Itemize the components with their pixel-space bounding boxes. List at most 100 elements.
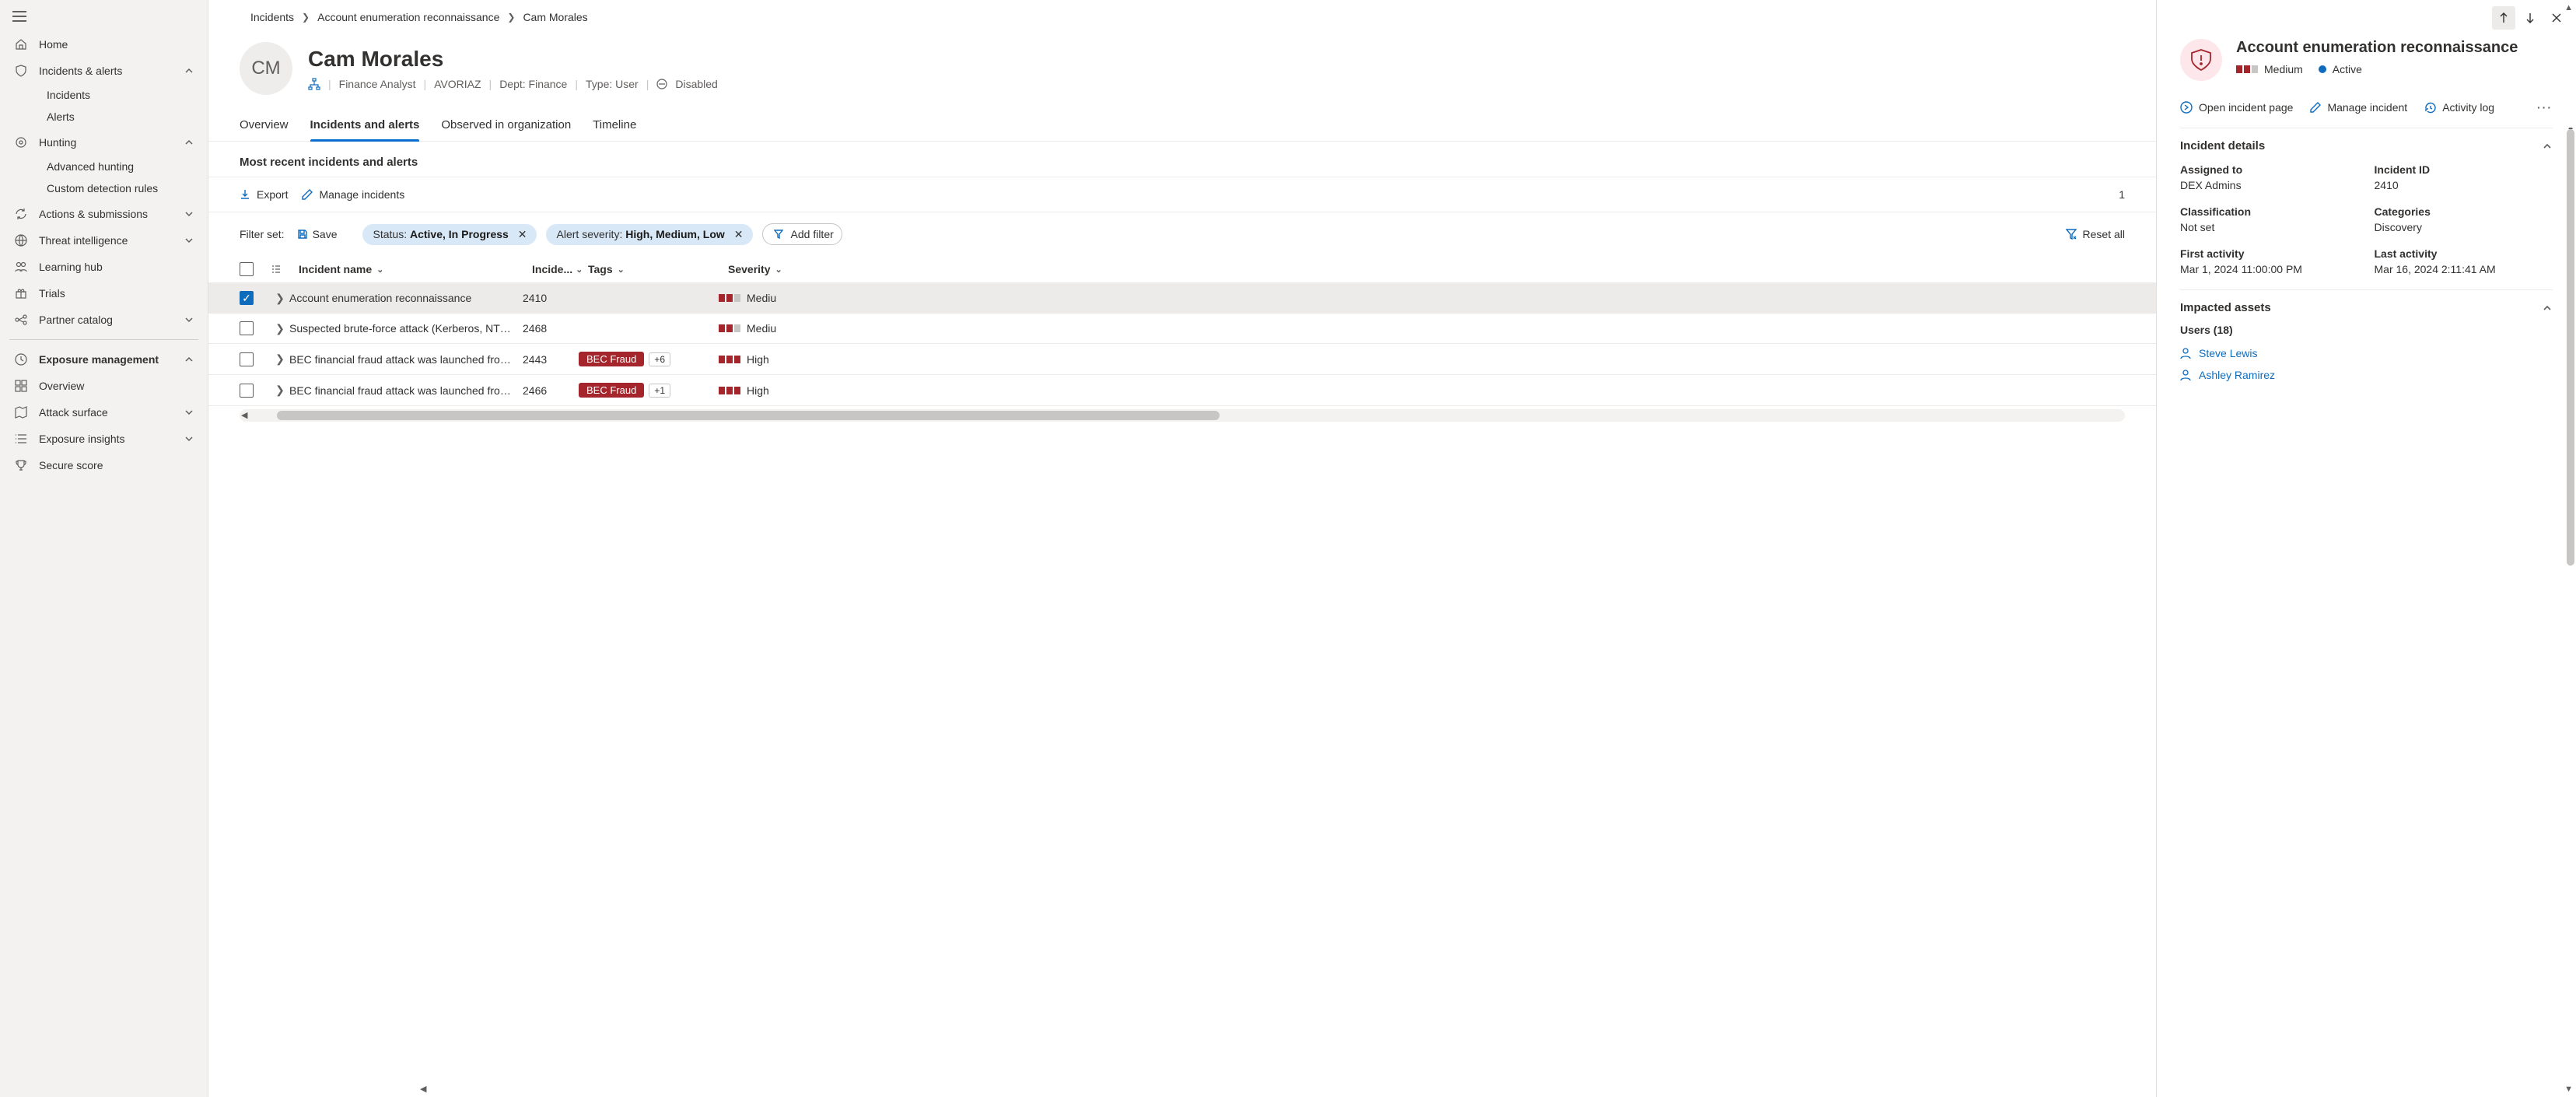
manage-incident-button[interactable]: Manage incident bbox=[2310, 101, 2407, 114]
table-header: Incident name ⌄ Incide... ⌄ Tags ⌄ Sever… bbox=[208, 256, 2156, 283]
activity-log-button[interactable]: Activity log bbox=[2424, 101, 2494, 114]
nav-hunting[interactable]: Hunting bbox=[6, 129, 201, 156]
expand-row-icon[interactable]: ❯ bbox=[271, 292, 289, 305]
open-incident-page-button[interactable]: Open incident page bbox=[2180, 101, 2293, 114]
horizontal-scrollbar[interactable]: ◀ ▶ bbox=[240, 409, 2125, 422]
scrollbar-thumb[interactable] bbox=[277, 411, 1220, 420]
chevron-up-icon bbox=[2542, 141, 2553, 152]
select-all-checkbox[interactable] bbox=[240, 262, 254, 276]
nav-label: Learning hub bbox=[39, 261, 103, 273]
tag-more[interactable]: +1 bbox=[649, 384, 670, 398]
table-row[interactable]: ❯ BEC financial fraud attack was launche… bbox=[208, 344, 2156, 375]
expand-row-icon[interactable]: ❯ bbox=[271, 352, 289, 366]
table-row[interactable]: ✓ ❯ Account enumeration reconnaissance 2… bbox=[208, 283, 2156, 314]
vertical-scrollbar[interactable] bbox=[2567, 128, 2574, 1097]
meta-dept: Dept: Finance bbox=[499, 78, 567, 90]
row-checkbox[interactable]: ✓ bbox=[240, 291, 254, 305]
label-last-activity: Last activity bbox=[2375, 247, 2553, 260]
more-actions-button[interactable]: ··· bbox=[2537, 101, 2553, 114]
reset-filters-button[interactable]: Reset all bbox=[2066, 228, 2125, 240]
col-incident-name[interactable]: Incident name ⌄ bbox=[299, 263, 532, 275]
scroll-left-icon[interactable]: ◀ bbox=[241, 409, 247, 422]
scroll-up-icon[interactable]: ▲ bbox=[2564, 3, 2573, 12]
pill-value: Active, In Progress bbox=[410, 228, 509, 240]
chevron-down-icon bbox=[184, 209, 194, 219]
nav-learning[interactable]: Learning hub bbox=[6, 254, 201, 280]
manage-incidents-button[interactable]: Manage incidents bbox=[302, 188, 404, 201]
tab-observed[interactable]: Observed in organization bbox=[441, 110, 571, 141]
details-panel: ▲ ▼ Account enumeration reconnaissance M… bbox=[2156, 0, 2576, 1097]
user-link[interactable]: Steve Lewis bbox=[2180, 342, 2553, 364]
row-checkbox[interactable] bbox=[240, 384, 254, 398]
col-severity[interactable]: Severity ⌄ bbox=[728, 263, 821, 275]
cell-severity: High bbox=[719, 384, 812, 397]
cell-incident-name: BEC financial fraud attack was launched … bbox=[289, 384, 523, 397]
remove-filter-icon[interactable]: ✕ bbox=[516, 228, 529, 241]
nav-advanced-hunting[interactable]: Advanced hunting bbox=[39, 156, 201, 177]
nav-label: Exposure management bbox=[39, 353, 159, 366]
edit-icon bbox=[302, 189, 313, 200]
nav-trials[interactable]: Trials bbox=[6, 280, 201, 307]
cell-severity: Mediu bbox=[719, 322, 812, 335]
table-row[interactable]: ❯ Suspected brute-force attack (Kerberos… bbox=[208, 314, 2156, 344]
add-filter-button[interactable]: Add filter bbox=[762, 223, 842, 245]
next-item-button[interactable] bbox=[2518, 6, 2542, 30]
export-button[interactable]: Export bbox=[240, 188, 288, 201]
nav-exp-overview[interactable]: Overview bbox=[6, 373, 201, 399]
section-title: Most recent incidents and alerts bbox=[208, 142, 2156, 177]
reset-icon bbox=[2066, 229, 2077, 240]
col-tags[interactable]: Tags ⌄ bbox=[588, 263, 728, 275]
grid-icon bbox=[14, 379, 28, 393]
meta-role: Finance Analyst bbox=[339, 78, 416, 90]
row-checkbox[interactable] bbox=[240, 321, 254, 335]
nav-custom-rules[interactable]: Custom detection rules bbox=[39, 177, 201, 199]
nav-exposure[interactable]: Exposure management bbox=[6, 346, 201, 373]
org-icon[interactable] bbox=[308, 78, 320, 90]
tag-more[interactable]: +6 bbox=[649, 352, 670, 366]
remove-filter-icon[interactable]: ✕ bbox=[733, 228, 745, 241]
breadcrumb: Incidents ❯ Account enumeration reconnai… bbox=[208, 0, 2156, 28]
button-label: Reset all bbox=[2083, 228, 2125, 240]
tab-overview[interactable]: Overview bbox=[240, 110, 289, 141]
nav-actions[interactable]: Actions & submissions bbox=[6, 201, 201, 227]
nav-partner[interactable]: Partner catalog bbox=[6, 307, 201, 333]
nav-incidents-alerts[interactable]: Incidents & alerts bbox=[6, 58, 201, 84]
table-body: ✓ ❯ Account enumeration reconnaissance 2… bbox=[208, 283, 2156, 406]
row-number-header[interactable] bbox=[271, 264, 299, 275]
user-link[interactable]: Ashley Ramirez bbox=[2180, 364, 2553, 386]
filter-pill-severity[interactable]: Alert severity: High, Medium, Low ✕ bbox=[546, 224, 753, 245]
panel-severity: Medium bbox=[2236, 63, 2303, 75]
prev-item-button[interactable] bbox=[2492, 6, 2515, 30]
scroll-up-icon[interactable]: ▲ bbox=[2567, 128, 2574, 131]
nav-attack-surface[interactable]: Attack surface bbox=[6, 399, 201, 426]
nav-threat-intel[interactable]: Threat intelligence bbox=[6, 227, 201, 254]
accordion-impacted-assets[interactable]: Impacted assets bbox=[2180, 301, 2553, 314]
value-first-activity: Mar 1, 2024 11:00:00 PM bbox=[2180, 263, 2359, 275]
nav-home[interactable]: Home bbox=[6, 31, 201, 58]
chevron-down-icon: ⌄ bbox=[618, 265, 625, 275]
tab-timeline[interactable]: Timeline bbox=[593, 110, 636, 141]
nav-secure-score[interactable]: Secure score bbox=[6, 452, 201, 478]
filter-pill-status[interactable]: Status: Active, In Progress ✕ bbox=[362, 224, 537, 245]
scrollbar-thumb[interactable] bbox=[2567, 129, 2574, 566]
col-incident-id[interactable]: Incide... ⌄ bbox=[532, 263, 588, 275]
nav-incidents[interactable]: Incidents bbox=[39, 84, 201, 106]
user-name: Steve Lewis bbox=[2199, 347, 2257, 359]
hamburger-menu[interactable] bbox=[0, 5, 39, 28]
breadcrumb-incident-title[interactable]: Account enumeration reconnaissance bbox=[317, 11, 499, 23]
breadcrumb-incidents[interactable]: Incidents bbox=[250, 11, 294, 23]
collapse-left-icon[interactable]: ◀ bbox=[208, 1084, 426, 1094]
accordion-incident-details[interactable]: Incident details bbox=[2180, 139, 2553, 152]
panel-status: Active bbox=[2319, 63, 2362, 75]
nav-exposure-insights[interactable]: Exposure insights bbox=[6, 426, 201, 452]
table-row[interactable]: ❯ BEC financial fraud attack was launche… bbox=[208, 375, 2156, 406]
pill-value: High, Medium, Low bbox=[625, 228, 725, 240]
save-filter-button[interactable]: Save bbox=[297, 228, 338, 240]
cell-incident-name: Suspected brute-force attack (Kerberos, … bbox=[289, 322, 523, 335]
tab-incidents-alerts[interactable]: Incidents and alerts bbox=[310, 110, 420, 141]
nav-alerts[interactable]: Alerts bbox=[39, 106, 201, 128]
value-classification: Not set bbox=[2180, 221, 2359, 233]
row-checkbox[interactable] bbox=[240, 352, 254, 366]
expand-row-icon[interactable]: ❯ bbox=[271, 384, 289, 397]
expand-row-icon[interactable]: ❯ bbox=[271, 322, 289, 335]
